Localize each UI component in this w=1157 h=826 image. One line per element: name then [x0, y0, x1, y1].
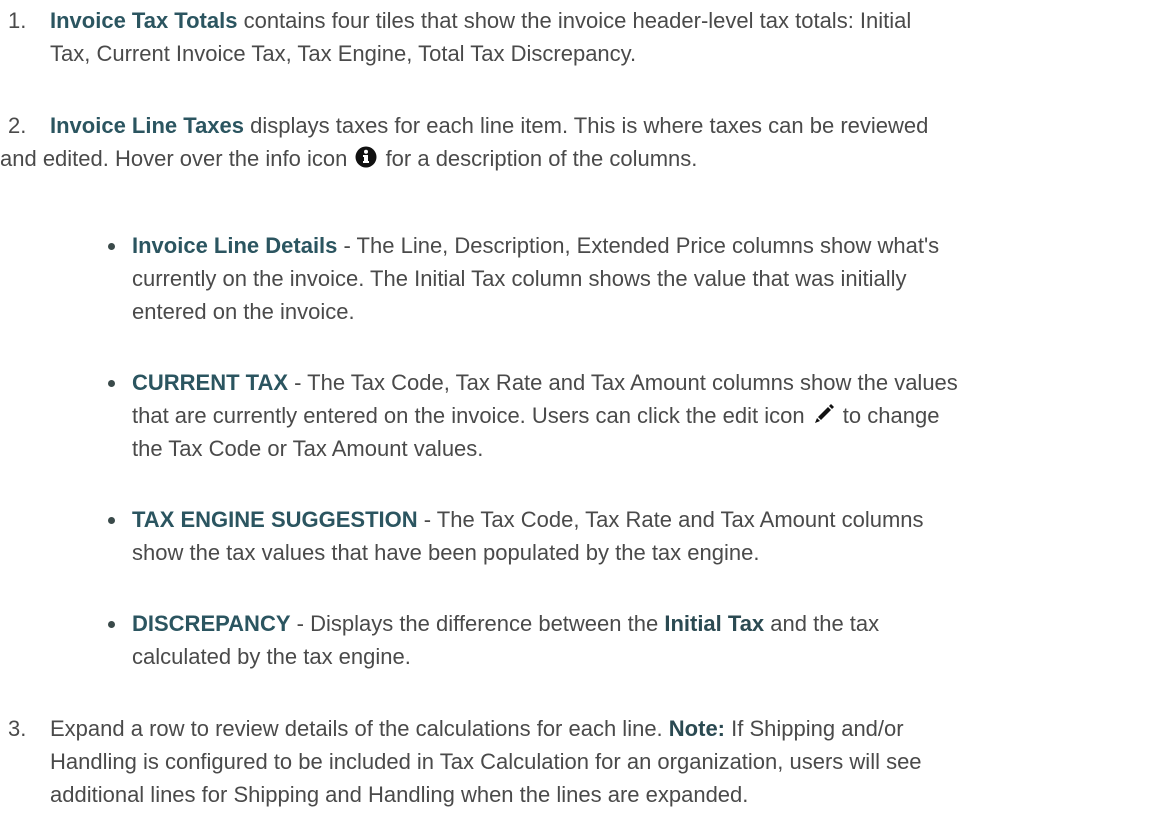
bullet-text: CURRENT TAX - The Tax Code, Tax Rate and…: [132, 366, 1157, 465]
item-text-line: for a description of the columns.: [379, 146, 698, 171]
bullet-text-line: currently on the invoice. The Initial Ta…: [132, 266, 907, 291]
term-invoice-line-details: Invoice Line Details: [132, 233, 338, 258]
bold-term-initial-tax: Initial Tax: [664, 611, 765, 636]
bullet-text-line: to change: [836, 403, 940, 428]
bullet-dot: [108, 517, 115, 524]
list-item-text: Expand a row to review details of the ca…: [50, 712, 1157, 811]
bullet-text: Invoice Line Details - The Line, Descrip…: [132, 229, 1157, 328]
bullet-text: DISCREPANCY - Displays the difference be…: [132, 607, 1157, 673]
item-text-line: Handling is configured to be included in…: [50, 749, 922, 774]
item-text-line: Expand a row to review details of the ca…: [50, 716, 669, 741]
list-number: 2.: [8, 113, 27, 138]
bullet-dot: [108, 621, 115, 628]
term-invoice-line-taxes: Invoice Line Taxes: [50, 113, 245, 138]
list-item-text: Invoice Line Taxes displays taxes for ea…: [0, 109, 1157, 175]
bullet-text-line: that are currently entered on the invoic…: [132, 403, 811, 428]
list-number: 1.: [8, 8, 27, 33]
item-text-line: If Shipping and/or: [725, 716, 904, 741]
item-text-line: additional lines for Shipping and Handli…: [50, 782, 749, 807]
term-invoice-tax-totals: Invoice Tax Totals: [50, 8, 238, 33]
pencil-icon: [813, 403, 835, 425]
item-text-line: displays taxes for each line item. This …: [244, 113, 929, 138]
bullet-text-line: and the tax: [764, 611, 880, 636]
item-text-line: Tax, Current Invoice Tax, Tax Engine, To…: [50, 41, 637, 66]
list-number: 3.: [8, 716, 27, 741]
info-icon: [355, 146, 377, 168]
bullet-text-line: show the tax values that have been popul…: [132, 540, 760, 565]
bullet-dot: [108, 380, 115, 387]
note-label: Note:: [668, 716, 726, 741]
bullet-text-line: entered on the invoice.: [132, 299, 355, 324]
bullet-text-line: calculated by the tax engine.: [132, 644, 411, 669]
bullet-text-line: the Tax Code or Tax Amount values.: [132, 436, 484, 461]
list-item-text: Invoice Tax Totals contains four tiles t…: [50, 4, 1157, 70]
term-discrepancy: DISCREPANCY: [132, 611, 291, 636]
bullet-dot: [108, 243, 115, 250]
bullet-text: TAX ENGINE SUGGESTION - The Tax Code, Ta…: [132, 503, 1157, 569]
term-tax-engine-suggestion: TAX ENGINE SUGGESTION: [132, 507, 418, 532]
help-document: 1. Invoice Tax Totals contains four tile…: [0, 0, 1157, 826]
bullet-text-line: - Displays the difference between the: [290, 611, 665, 636]
term-current-tax: CURRENT TAX: [132, 370, 289, 395]
bullet-text-line: - The Tax Code, Tax Rate and Tax Amount …: [288, 370, 958, 395]
bullet-text-line: - The Tax Code, Tax Rate and Tax Amount …: [417, 507, 924, 532]
item-text-line: and edited. Hover over the info icon: [0, 146, 354, 171]
item-text-line: contains four tiles that show the invoic…: [237, 8, 912, 33]
bullet-text-line: - The Line, Description, Extended Price …: [337, 233, 940, 258]
